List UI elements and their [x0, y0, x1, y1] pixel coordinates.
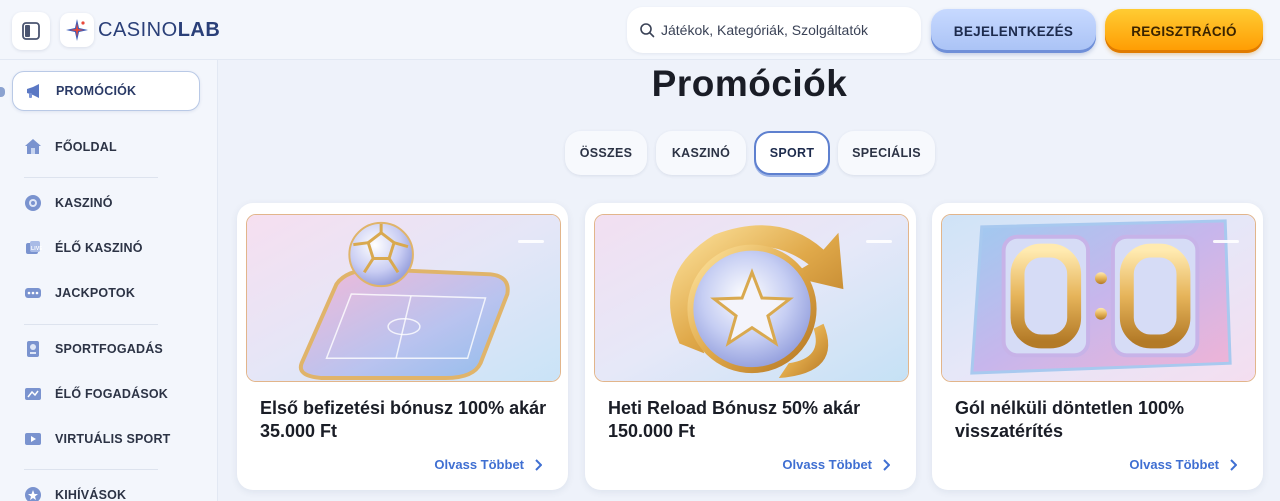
sidebar-item-promotions[interactable]: PROMÓCIÓK [12, 71, 200, 111]
live-casino-icon: LIVE [24, 239, 42, 257]
sidebar-item-label: VIRTUÁLIS SPORT [55, 432, 171, 446]
sidebar-item-virtual-sport[interactable]: VIRTUÁLIS SPORT [12, 419, 200, 459]
megaphone-icon [25, 82, 43, 100]
read-more-link[interactable]: Olvass Többet [782, 457, 890, 472]
sidebar-item-jackpots[interactable]: JACKPOTOK [12, 273, 200, 313]
sidebar-item-label: PROMÓCIÓK [56, 84, 137, 98]
promo-title: Heti Reload Bónusz 50% akár 150.000 Ft [608, 398, 861, 441]
sidebar-toggle-button[interactable] [12, 12, 50, 50]
read-more-label: Olvass Többet [434, 457, 524, 472]
sidebar-item-label: SPORTFOGADÁS [55, 342, 163, 356]
tab-special[interactable]: SPECIÁLIS [838, 131, 935, 175]
home-icon [24, 138, 42, 156]
image-indicator [866, 240, 892, 243]
jackpot-icon [24, 284, 42, 302]
sidebar-item-casino[interactable]: KASZINÓ [12, 183, 200, 223]
sidebar-active-indicator [0, 87, 5, 97]
sidebar-item-label: KASZINÓ [55, 196, 113, 210]
image-indicator [1213, 240, 1239, 243]
sidebar-item-sportsbook[interactable]: SPORTFOGADÁS [12, 329, 200, 369]
casinolab-logo[interactable]: CASINOLAB [60, 12, 220, 48]
tab-sport[interactable]: SPORT [754, 131, 830, 175]
live-betting-icon [24, 385, 42, 403]
sidebar-divider [24, 324, 158, 325]
virtual-sport-icon [24, 430, 42, 448]
chevron-right-icon [883, 458, 890, 471]
image-indicator [518, 240, 544, 243]
search-input[interactable]: Játékok, Kategóriák, Szolgáltatók [627, 7, 921, 53]
promo-image-scoreboard [941, 214, 1256, 382]
chevron-right-icon [535, 458, 542, 471]
promo-title: Gól nélküli döntetlen 100% visszatérítés [955, 398, 1185, 441]
promo-card[interactable]: Heti Reload Bónusz 50% akár 150.000 Ft O… [585, 203, 916, 490]
svg-text:LIVE: LIVE [31, 246, 42, 252]
search-placeholder: Játékok, Kategóriák, Szolgáltatók [661, 22, 869, 38]
promo-image-football-field [246, 214, 561, 382]
logo-star-icon [60, 13, 94, 47]
sidebar-item-challenges[interactable]: KIHÍVÁSOK [12, 475, 200, 501]
read-more-label: Olvass Többet [1129, 457, 1219, 472]
sidebar-item-home[interactable]: FŐOLDAL [12, 127, 200, 167]
sidebar-item-live-casino[interactable]: LIVE ÉLŐ KASZINÓ [12, 228, 200, 268]
promo-title: Első befizetési bónusz 100% akár 35.000 … [260, 398, 547, 441]
casino-chip-icon [24, 194, 42, 212]
tab-casino[interactable]: KASZINÓ [656, 131, 746, 175]
page-title: Promóciók [651, 63, 848, 104]
read-more-label: Olvass Többet [782, 457, 872, 472]
sidebar-item-label: FŐOLDAL [55, 140, 117, 154]
sidebar-item-label: KIHÍVÁSOK [55, 488, 127, 501]
tab-all[interactable]: ÖSSZES [565, 131, 647, 175]
read-more-link[interactable]: Olvass Többet [1129, 457, 1237, 472]
promo-card[interactable]: Első befizetési bónusz 100% akár 35.000 … [237, 203, 568, 490]
search-icon [640, 23, 655, 38]
register-button[interactable]: REGISZTRÁCIÓ [1105, 9, 1263, 53]
sidebar-divider [24, 469, 158, 470]
sidebar-item-live-betting[interactable]: ÉLŐ FOGADÁSOK [12, 374, 200, 414]
sidebar-item-label: ÉLŐ KASZINÓ [55, 241, 143, 255]
sidebar-toggle-icon [22, 22, 40, 40]
sportsbook-icon [24, 340, 42, 358]
challenges-icon [24, 486, 42, 501]
chevron-right-icon [1230, 458, 1237, 471]
sidebar-item-label: JACKPOTOK [55, 286, 136, 300]
logo-text: CASINOLAB [98, 18, 221, 41]
sidebar: PROMÓCIÓK FŐOLDAL KASZINÓ LIVE ÉLŐ KASZI… [0, 60, 218, 501]
sidebar-divider [24, 177, 158, 178]
sidebar-item-label: ÉLŐ FOGADÁSOK [55, 387, 169, 401]
read-more-link[interactable]: Olvass Többet [434, 457, 542, 472]
login-button[interactable]: BEJELENTKEZÉS [931, 9, 1096, 53]
top-header: CASINOLAB Játékok, Kategóriák, Szolgálta… [0, 0, 1280, 60]
promo-image-reload-star-ball [594, 214, 909, 382]
promo-card[interactable]: Gól nélküli döntetlen 100% visszatérítés… [932, 203, 1263, 490]
